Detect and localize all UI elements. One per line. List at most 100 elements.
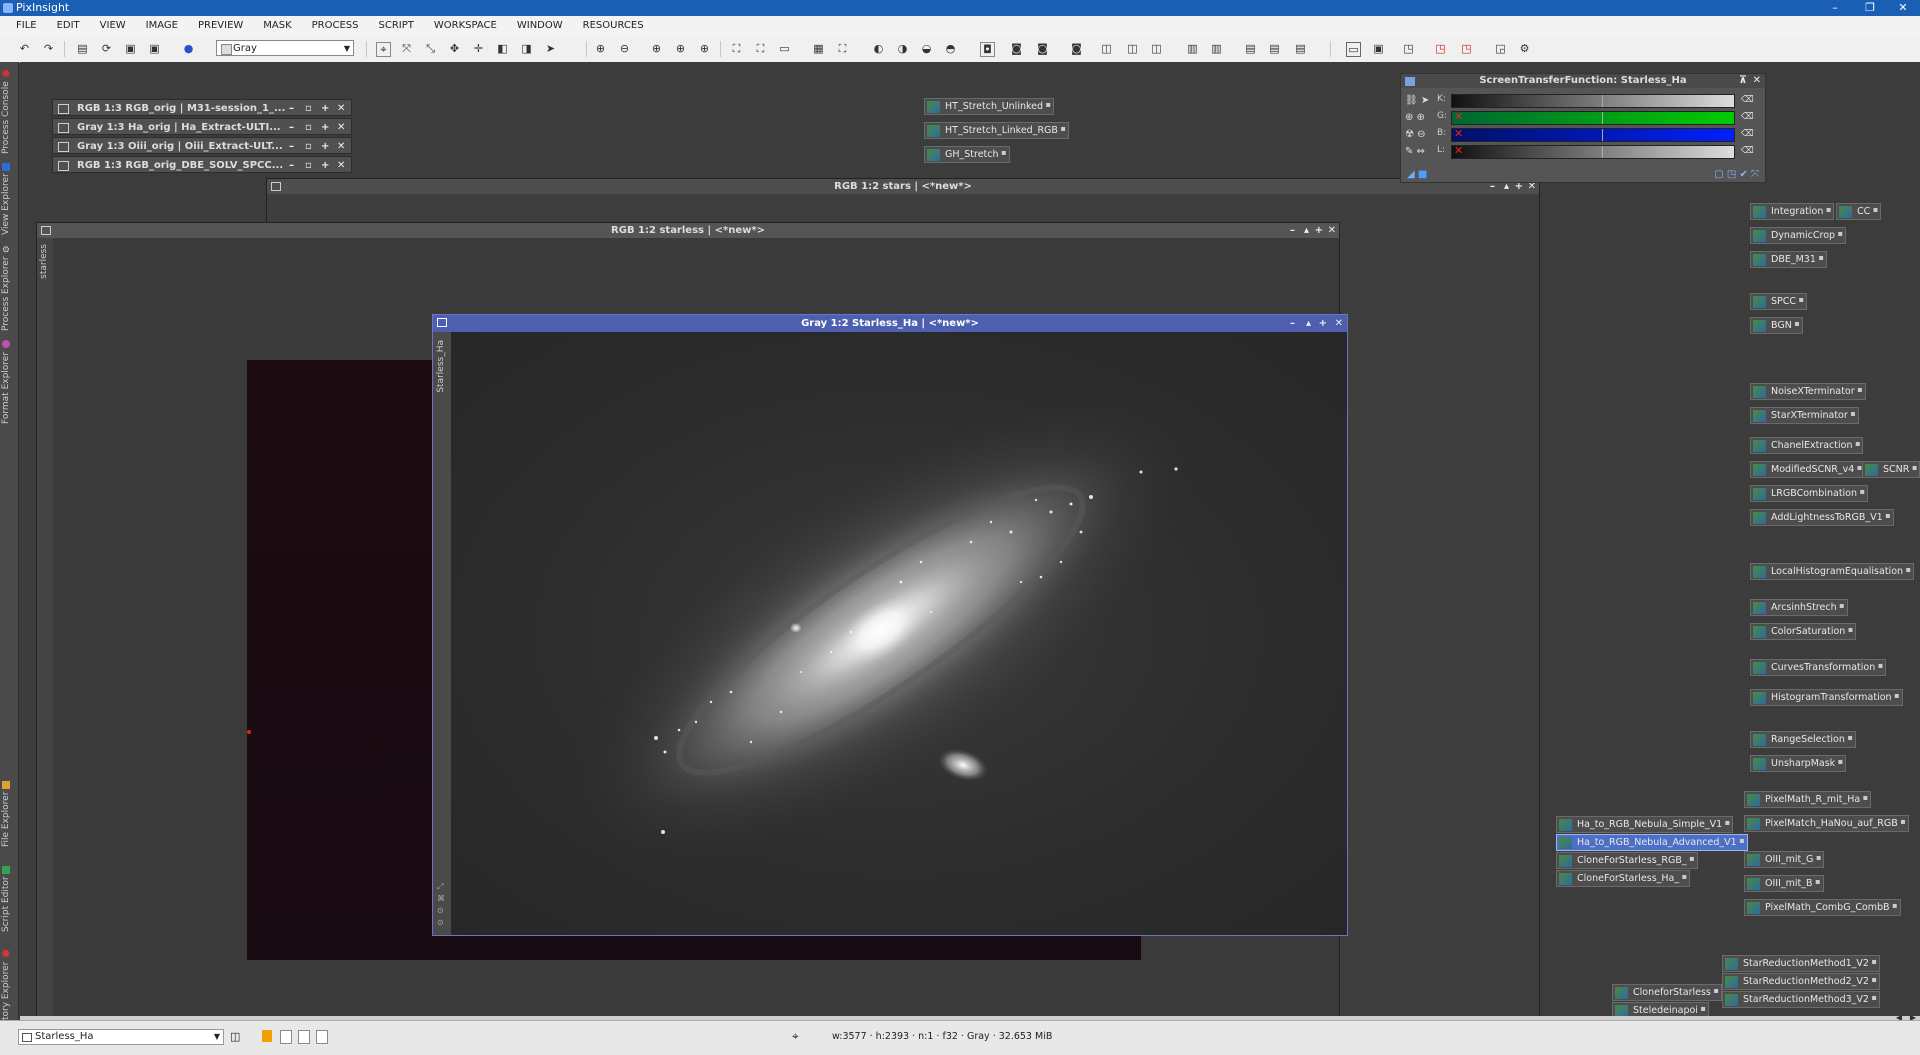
maximize-icon[interactable]: + xyxy=(321,100,329,117)
process-icon[interactable]: HT_Stretch_Linked_RGB ▪ xyxy=(924,122,1069,139)
menu-edit[interactable]: EDIT xyxy=(47,16,90,36)
stf-link-icon[interactable]: ▭ xyxy=(778,42,791,55)
process-icon[interactable]: OIII_mit_G ▪ xyxy=(1744,851,1825,868)
window-title-bar[interactable]: RGB 1:2 stars | <*new*> – ▴ + ✕ xyxy=(267,179,1539,194)
process-icon[interactable]: ColorSaturation ▪ xyxy=(1750,623,1857,640)
process-icon[interactable]: CurvesTransformation ▪ xyxy=(1750,659,1887,676)
preview-mode-icon[interactable]: ◙ xyxy=(1010,42,1023,55)
iconized-window[interactable]: RGB 1:3 RGB_orig | M31-session_1_... – ▫ +… xyxy=(52,99,352,116)
process-icon[interactable]: GH_Stretch ▪ xyxy=(924,146,1010,163)
tab-process-console[interactable]: Process Console● xyxy=(1,66,17,158)
reset-row-icon[interactable]: ⌫ xyxy=(1741,143,1759,160)
crosshair-icon[interactable]: ⌖ xyxy=(792,1029,799,1044)
display-icon-8[interactable]: ▤ xyxy=(1294,42,1307,55)
process-icon[interactable]: StarReductionMethod3_V2 ▪ xyxy=(1722,991,1880,1008)
close-icon[interactable]: ✕ xyxy=(1753,74,1761,88)
reset-row-icon[interactable]: ⌫ xyxy=(1741,109,1759,126)
restore-icon[interactable]: ▫ xyxy=(305,100,312,117)
instance-icon[interactable]: ◢ ■ xyxy=(1407,169,1427,180)
restore-button[interactable]: ❐ xyxy=(1855,0,1885,16)
maximize-icon[interactable]: + xyxy=(1319,315,1327,332)
process-icon[interactable]: UnsharpMask ▪ xyxy=(1750,755,1847,772)
process-icon[interactable]: LRGBCombination ▪ xyxy=(1750,485,1869,502)
menu-workspace[interactable]: WORKSPACE xyxy=(424,16,507,36)
stf-row-l[interactable]: L: ✕ xyxy=(1437,143,1737,160)
channel-mode-select[interactable]: Gray ▼ xyxy=(216,40,354,56)
refresh-icon[interactable]: ⟳ xyxy=(100,42,113,55)
iconized-window[interactable]: Gray 1:3 Ha_orig | Ha_Extract-ULTI... – ▫… xyxy=(52,118,352,135)
process-icon[interactable]: StarReductionMethod1_V2 ▪ xyxy=(1722,955,1880,972)
color-space-icon[interactable]: ● xyxy=(182,42,195,55)
display-icon-5[interactable]: ▥ xyxy=(1210,42,1223,55)
save-as-icon[interactable]: ▣ xyxy=(148,42,161,55)
close-icon[interactable]: ✕ xyxy=(337,119,345,136)
menu-mask[interactable]: MASK xyxy=(253,16,301,36)
process-icon[interactable]: LocalHistogramEqualisation ▪ xyxy=(1750,563,1915,580)
fit-view-icon[interactable]: ⛶ xyxy=(730,42,743,55)
process-icon[interactable]: NoiseXTerminator ▪ xyxy=(1750,383,1866,400)
window-view-icon[interactable]: ▭ xyxy=(1346,42,1361,57)
image-window-starless-ha[interactable]: Gray 1:2 Starless_Ha | <*new*> – ▴ + ✕ Star… xyxy=(432,314,1348,936)
view-tools-icon[interactable]: ⤢ ⌘ ⊙ ⊙ xyxy=(437,881,445,929)
process-icon[interactable]: SPCC ▪ xyxy=(1750,293,1808,310)
menu-preview[interactable]: PREVIEW xyxy=(188,16,253,36)
process-icon-selected[interactable]: Ha_to_RGB_Nebula_Advanced_V1 ▪ xyxy=(1556,834,1748,851)
minimize-icon[interactable]: – xyxy=(289,157,294,174)
menu-script[interactable]: SCRIPT xyxy=(369,16,424,36)
stf-bar-k[interactable] xyxy=(1451,94,1735,108)
zoom-icon[interactable]: ⊕ ⊕ xyxy=(1405,109,1435,126)
tab-format-explorer[interactable]: Format Explorer xyxy=(1,338,17,426)
tab-script-editor[interactable]: Script Editor xyxy=(1,860,17,938)
process-icon[interactable]: OIII_mit_B ▪ xyxy=(1744,875,1824,892)
stf-bar-b[interactable]: ✕ xyxy=(1451,127,1735,142)
auto-stf-icon[interactable]: ◐ xyxy=(872,42,885,55)
workspace-icon-2[interactable]: ◳ xyxy=(1434,42,1447,55)
stf-reset-icon[interactable]: ◑ xyxy=(896,42,909,55)
stf-row-b[interactable]: B: ✕ xyxy=(1437,126,1737,143)
tab-process-explorer[interactable]: Process Explorer⚙ xyxy=(1,242,17,334)
process-icon[interactable]: ModifiedSCNR_v4 ▪ xyxy=(1750,461,1866,478)
stf-panel[interactable]: ScreenTransferFunction: Starless_Ha ⊼ ✕ ⛓… xyxy=(1400,73,1766,183)
image-icon[interactable]: ▣ xyxy=(1372,42,1385,55)
zoom-1-icon[interactable]: ⊕ xyxy=(650,42,663,55)
display-icon-1[interactable]: ◫ xyxy=(1100,42,1113,55)
maximize-icon[interactable]: + xyxy=(321,138,329,155)
window-title-bar[interactable]: Gray 1:2 Starless_Ha | <*new*> – ▴ + ✕ xyxy=(433,315,1347,332)
white-swatch-icon[interactable] xyxy=(298,1030,310,1044)
menu-view[interactable]: VIEW xyxy=(90,16,136,36)
process-icon[interactable]: Ha_to_RGB_Nebula_Simple_V1 ▪ xyxy=(1556,816,1734,833)
zoom-out-icon[interactable]: ⊖ xyxy=(618,42,631,55)
process-icon[interactable]: Integration ▪ xyxy=(1750,203,1835,220)
apply-icons[interactable]: ▢ ◳ ✔ ⤧ xyxy=(1714,169,1759,180)
galaxy-image-canvas[interactable] xyxy=(451,332,1347,935)
process-icon[interactable]: PixelMatch_HaNou_auf_RGB ▪ xyxy=(1744,815,1909,832)
process-icon[interactable]: HT_Stretch_Unlinked ▪ xyxy=(924,98,1055,115)
maximize-icon[interactable]: + xyxy=(321,119,329,136)
reset-icon[interactable]: ✎ ⇔ xyxy=(1405,143,1435,160)
zoom-fit-icon[interactable]: ⤧ xyxy=(400,42,413,55)
center-icon[interactable]: ✛ xyxy=(472,42,485,55)
workspace-icon-4[interactable]: ◲ xyxy=(1494,42,1507,55)
workspace-icon-3[interactable]: ◳ xyxy=(1460,42,1473,55)
pointer-icon[interactable]: ➤ xyxy=(544,42,557,55)
maximize-icon[interactable]: + xyxy=(1315,223,1323,238)
restore-icon[interactable]: ▫ xyxy=(305,157,312,174)
minimize-icon[interactable]: – xyxy=(1290,315,1295,332)
zoom-3-icon[interactable]: ⊕ xyxy=(698,42,711,55)
close-app-button[interactable]: ✕ xyxy=(1888,0,1918,16)
view-selector[interactable]: Starless_Ha ▼ xyxy=(18,1029,224,1045)
display-icon-6[interactable]: ▤ xyxy=(1244,42,1257,55)
iconized-window[interactable]: RGB 1:3 RGB_orig_DBE_SOLV_SPCC... – ▫ + ✕ xyxy=(52,156,352,173)
stf-edit-icon[interactable]: ◓ xyxy=(944,42,957,55)
pan-icon[interactable]: ✥ xyxy=(448,42,461,55)
tab-file-explorer[interactable]: File Explorer xyxy=(1,774,17,854)
undo-icon[interactable]: ↶ xyxy=(18,42,31,55)
display-icon-3[interactable]: ◫ xyxy=(1150,42,1163,55)
shade-icon[interactable]: ▴ xyxy=(1306,315,1311,332)
stf-tool-icon[interactable]: ◒ xyxy=(920,42,933,55)
minimize-icon[interactable]: – xyxy=(289,119,294,136)
process-icon[interactable]: StarReductionMethod2_V2 ▪ xyxy=(1722,973,1880,990)
stf-track-icon[interactable]: ⛶ xyxy=(754,42,767,55)
close-icon[interactable]: ✕ xyxy=(1335,315,1343,332)
process-icon[interactable]: HistogramTransformation ▪ xyxy=(1750,689,1903,706)
